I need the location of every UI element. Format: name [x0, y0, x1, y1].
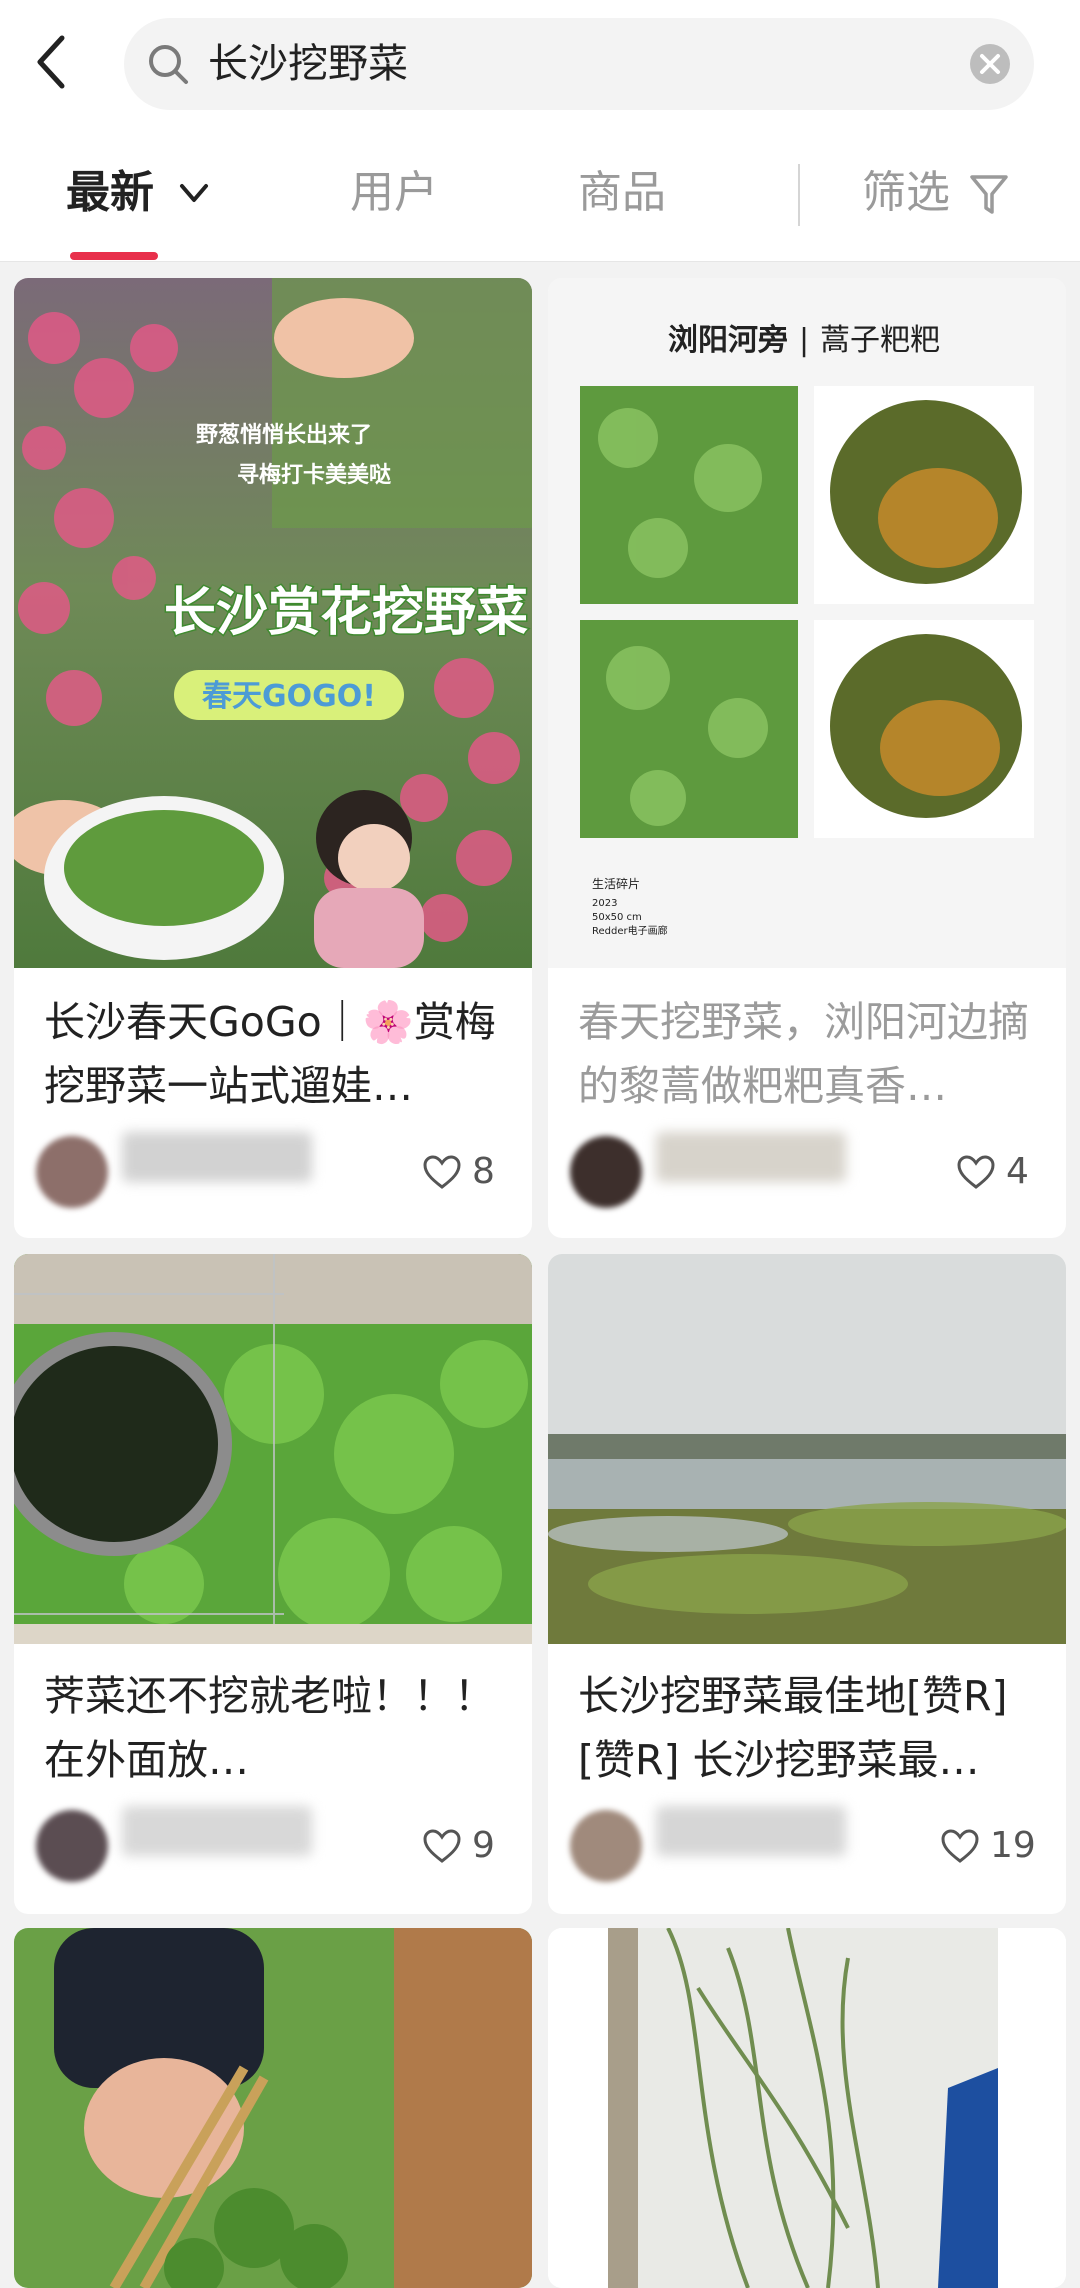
note-title[interactable]: 荠菜还不挖就老啦！！！ 在外面放… [44, 1664, 506, 1792]
heart-icon[interactable] [940, 1828, 980, 1864]
cover-header-separator: | [799, 323, 809, 358]
clear-icon[interactable] [968, 42, 1012, 86]
avatar[interactable] [570, 1136, 642, 1208]
like-count: 9 [472, 1825, 495, 1866]
chevron-down-icon[interactable] [176, 178, 212, 208]
note-cover-image[interactable] [548, 1254, 1066, 1644]
note-card[interactable]: 野葱悄悄长出来了 寻梅打卡美美哒 长沙赏花挖野菜 春天GOGO! 长沙春天GoG… [14, 278, 532, 1238]
search-bar[interactable]: 长沙挖野菜 [124, 18, 1034, 110]
cover-caption: 生活碎片 [592, 876, 640, 891]
tab-newest[interactable]: 最新 [66, 152, 154, 234]
note-cover-image[interactable]: 浏阳河旁 | 蒿子粑粑 生活碎片 2023 50x50 cm Redder电子画… [548, 278, 1066, 968]
note-card[interactable] [548, 1928, 1066, 2288]
cover-header-bold: 浏阳河旁 [668, 323, 788, 358]
like-count: 19 [990, 1825, 1036, 1866]
heart-icon[interactable] [422, 1828, 462, 1864]
tab-divider [798, 164, 800, 226]
active-tab-indicator [70, 252, 158, 260]
cover-header-light: 蒿子粑粑 [820, 323, 940, 358]
cover-caption: 50x50 cm [592, 912, 642, 923]
filter-icon[interactable] [968, 172, 1010, 218]
note-card[interactable]: 浏阳河旁 | 蒿子粑粑 生活碎片 2023 50x50 cm Redder电子画… [548, 278, 1066, 1238]
tab-products[interactable]: 商品 [578, 152, 666, 234]
note-card[interactable]: 长沙挖野菜最佳地[赞R][赞R] 长沙挖野菜最… 19 [548, 1254, 1066, 1914]
note-card[interactable] [14, 1928, 532, 2288]
chevron-left-icon[interactable] [30, 30, 74, 94]
avatar[interactable] [36, 1136, 108, 1208]
author-name[interactable] [656, 1806, 846, 1856]
search-icon [149, 45, 188, 84]
note-cover-image[interactable] [14, 1928, 532, 2288]
author-name[interactable] [656, 1132, 846, 1182]
top-bar: 长沙挖野菜 最新 用户 商品 筛选 [0, 0, 1080, 262]
cover-badge: 春天GOGO! [202, 679, 376, 714]
note-cover-image[interactable] [14, 1254, 532, 1644]
cover-headline: 长沙赏花挖野菜 [164, 583, 528, 643]
avatar[interactable] [36, 1810, 108, 1882]
search-input[interactable]: 长沙挖野菜 [208, 18, 408, 110]
note-title[interactable]: 春天挖野菜，浏阳河边摘的黎蒿做粑粑真香… [578, 990, 1040, 1118]
tab-filter[interactable]: 筛选 [862, 152, 950, 234]
cover-caption: 2023 [592, 898, 617, 909]
cover-caption: Redder电子画廊 [592, 924, 668, 937]
avatar[interactable] [570, 1810, 642, 1882]
note-cover-image[interactable]: 野葱悄悄长出来了 寻梅打卡美美哒 长沙赏花挖野菜 春天GOGO! [14, 278, 532, 968]
author-name[interactable] [122, 1806, 312, 1856]
author-name[interactable] [122, 1132, 312, 1182]
note-card[interactable]: 荠菜还不挖就老啦！！！ 在外面放… 9 [14, 1254, 532, 1914]
heart-icon[interactable] [956, 1154, 996, 1190]
cover-caption-line2: 寻梅打卡美美哒 [237, 462, 391, 488]
note-title[interactable]: 长沙春天GoGo｜🌸赏梅挖野菜一站式遛娃… [44, 990, 506, 1118]
note-cover-image[interactable] [548, 1928, 1066, 2288]
note-title[interactable]: 长沙挖野菜最佳地[赞R][赞R] 长沙挖野菜最… [578, 1664, 1040, 1792]
tab-users[interactable]: 用户 [350, 152, 438, 234]
like-count: 4 [1006, 1151, 1029, 1192]
cover-caption-line1: 野葱悄悄长出来了 [196, 423, 372, 448]
like-count: 8 [472, 1151, 495, 1192]
heart-icon[interactable] [422, 1154, 462, 1190]
